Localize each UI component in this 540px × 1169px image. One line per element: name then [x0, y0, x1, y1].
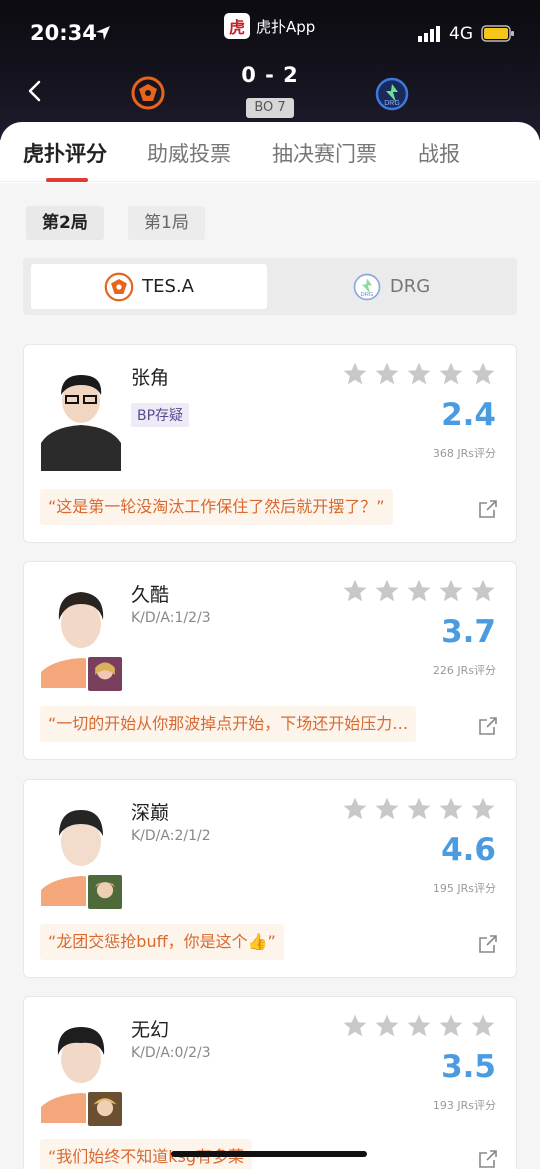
star-icon[interactable]: [438, 361, 464, 387]
star-icon[interactable]: [470, 578, 496, 604]
star-icon[interactable]: [470, 361, 496, 387]
share-icon[interactable]: [478, 499, 498, 519]
rating-content: 第2局 第1局 TES.A DRG DRG 张角 BP存疑 2.4 368 JR…: [0, 183, 540, 1169]
star-rating[interactable]: [342, 361, 496, 387]
player-kda: K/D/A:1/2/3: [131, 610, 211, 626]
rating-count: 195 JRs评分: [432, 882, 496, 895]
app-name: 虎扑App: [256, 17, 316, 36]
app-badge[interactable]: 虎 虎扑App: [224, 13, 315, 39]
signal-icon: [418, 26, 440, 42]
player-score: 3.7: [441, 614, 496, 650]
tab-report[interactable]: 战报: [418, 138, 460, 168]
svg-text:DRG: DRG: [360, 292, 373, 298]
battery-icon: [481, 25, 514, 42]
star-icon[interactable]: [342, 578, 368, 604]
rating-count: 368 JRs评分: [432, 447, 496, 460]
network-type: 4G: [449, 24, 473, 44]
location-arrow-icon: [96, 26, 110, 40]
star-icon[interactable]: [470, 796, 496, 822]
star-icon[interactable]: [438, 796, 464, 822]
star-rating[interactable]: [342, 796, 496, 822]
app-logo: 虎: [224, 13, 250, 39]
match-header: 20:34 虎 虎扑App 4G 0 - 2 BO 7 DRG: [0, 0, 540, 140]
player-card[interactable]: 无幻 K/D/A:0/2/3 3.5 193 JRs评分 “我们始终不知道ksg…: [23, 996, 517, 1169]
team-option-tes[interactable]: TES.A: [31, 264, 267, 309]
rating-count: 193 JRs评分: [432, 1099, 496, 1112]
team-toggle: TES.A DRG DRG: [23, 258, 517, 315]
drg-logo-icon: DRG: [353, 273, 381, 300]
player-name: 深巅: [131, 802, 170, 824]
star-icon[interactable]: [374, 796, 400, 822]
star-icon[interactable]: [374, 578, 400, 604]
top-comment[interactable]: “一切的开始从你那波掉点开始，下场还开始压力…: [40, 706, 417, 742]
share-icon[interactable]: [478, 716, 498, 736]
tab-bar: 虎扑评分 助威投票 抽决赛门票 战报: [0, 122, 540, 182]
status-time: 20:34: [30, 21, 97, 45]
star-icon[interactable]: [470, 1013, 496, 1039]
player-score: 4.6: [441, 832, 496, 868]
player-name: 张角: [131, 367, 170, 389]
hero-icon: [86, 873, 124, 911]
star-icon[interactable]: [374, 1013, 400, 1039]
player-name: 久酷: [131, 584, 170, 606]
tab-hupu-rating[interactable]: 虎扑评分: [23, 138, 107, 168]
team-option-drg[interactable]: DRG DRG: [273, 264, 509, 309]
tes-logo-icon: [104, 272, 134, 301]
tab-final-tickets[interactable]: 抽决赛门票: [272, 138, 377, 168]
player-kda: K/D/A:2/1/2: [131, 828, 211, 844]
player-kda: K/D/A:0/2/3: [131, 1045, 211, 1061]
player-tag: BP存疑: [131, 403, 190, 427]
drg-logo-icon[interactable]: DRG: [374, 76, 410, 112]
team-option-label: DRG: [389, 276, 431, 297]
player-card[interactable]: 久酷 K/D/A:1/2/3 3.7 226 JRs评分 “一切的开始从你那波掉…: [23, 561, 517, 760]
star-icon[interactable]: [374, 361, 400, 387]
star-icon[interactable]: [438, 578, 464, 604]
star-icon[interactable]: [342, 796, 368, 822]
star-icon[interactable]: [342, 1013, 368, 1039]
star-rating[interactable]: [342, 1013, 496, 1039]
match-score: 0 - 2: [241, 63, 299, 87]
team-option-label: TES.A: [142, 276, 194, 297]
player-score: 3.5: [441, 1049, 496, 1085]
top-comment[interactable]: “龙团交惩抢buff，你是这个👍”: [40, 924, 284, 960]
star-icon[interactable]: [438, 1013, 464, 1039]
rating-count: 226 JRs评分: [432, 664, 496, 677]
star-icon[interactable]: [406, 361, 432, 387]
star-icon[interactable]: [406, 578, 432, 604]
home-indicator[interactable]: [171, 1151, 367, 1157]
player-card[interactable]: 张角 BP存疑 2.4 368 JRs评分 “这是第一轮没淘汰工作保住了然后就开…: [23, 344, 517, 543]
match-format-badge: BO 7: [246, 98, 294, 118]
svg-text:DRG: DRG: [384, 100, 400, 107]
star-icon[interactable]: [406, 796, 432, 822]
share-icon[interactable]: [478, 1149, 498, 1169]
content-sheet: 虎扑评分 助威投票 抽决赛门票 战报 第2局 第1局 TES.A DRG DRG…: [0, 122, 540, 1169]
hero-icon: [86, 655, 124, 693]
share-icon[interactable]: [478, 934, 498, 954]
tab-cheer-vote[interactable]: 助威投票: [147, 138, 231, 168]
round-1-button[interactable]: 第1局: [128, 206, 205, 240]
player-score: 2.4: [441, 397, 496, 433]
round-2-button[interactable]: 第2局: [26, 206, 104, 240]
star-icon[interactable]: [342, 361, 368, 387]
status-bar: 20:34 虎 虎扑App 4G: [0, 0, 540, 64]
star-icon[interactable]: [406, 1013, 432, 1039]
player-card[interactable]: 深巅 K/D/A:2/1/2 4.6 195 JRs评分 “龙团交惩抢buff，…: [23, 779, 517, 978]
top-comment[interactable]: “这是第一轮没淘汰工作保住了然后就开摆了？”: [40, 489, 393, 525]
hero-icon: [86, 1090, 124, 1128]
star-rating[interactable]: [342, 578, 496, 604]
player-name: 无幻: [131, 1019, 170, 1041]
tab-active-indicator: [46, 178, 88, 182]
player-avatar: [41, 363, 121, 471]
